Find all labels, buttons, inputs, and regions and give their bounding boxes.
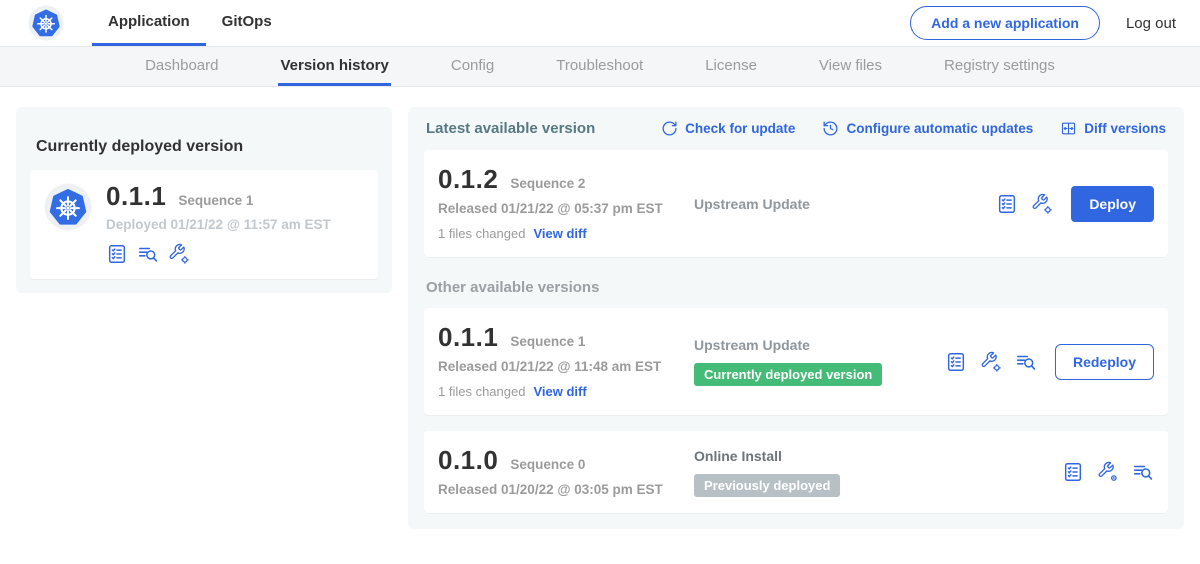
- subnav-version-history-label: Version history: [280, 57, 388, 74]
- preflight-checks-icon[interactable]: [1132, 461, 1154, 483]
- subnav-dashboard-label: Dashboard: [145, 57, 218, 74]
- version-row-info: 0.1.1 Sequence 1 Released 01/21/22 @ 11:…: [438, 324, 694, 399]
- deployed-sequence-label: Sequence 1: [178, 193, 253, 208]
- version-history-panel: Latest available version Check for updat…: [408, 107, 1184, 529]
- files-changed-label: 1 files changed: [438, 384, 525, 399]
- view-diff-link[interactable]: View diff: [533, 384, 586, 399]
- subnav-item-registry-settings[interactable]: Registry settings: [942, 47, 1057, 86]
- release-notes-icon[interactable]: [1062, 461, 1084, 483]
- subnav-item-version-history[interactable]: Version history: [278, 47, 390, 86]
- version-row-status: Online Install Previously deployed: [694, 448, 1062, 497]
- check-for-update-label: Check for update: [685, 121, 795, 136]
- log-out-link[interactable]: Log out: [1126, 15, 1176, 32]
- diff-icon: [1060, 120, 1077, 137]
- latest-version-header: Latest available version Check for updat…: [424, 120, 1168, 137]
- redeploy-button[interactable]: Redeploy: [1055, 344, 1154, 380]
- refresh-icon: [661, 120, 678, 137]
- subnav-view-files-label: View files: [819, 57, 882, 74]
- deployed-card-body: 0.1.1 Sequence 1 Deployed 01/21/22 @ 11:…: [106, 183, 331, 265]
- subnav-item-license[interactable]: License: [703, 47, 759, 86]
- version-source-label: Upstream Update: [694, 337, 810, 353]
- subnav-troubleshoot-label: Troubleshoot: [556, 57, 643, 74]
- release-notes-icon[interactable]: [996, 193, 1018, 215]
- preflight-checks-icon[interactable]: [1015, 351, 1037, 373]
- deployed-timestamp: Deployed 01/21/22 @ 11:57 am EST: [106, 217, 331, 232]
- release-notes-icon[interactable]: [945, 351, 967, 373]
- release-notes-icon[interactable]: [106, 243, 128, 265]
- version-row-0-1-2: 0.1.2 Sequence 2 Released 01/21/22 @ 05:…: [424, 150, 1168, 257]
- version-actions: Check for update Configure automatic upd…: [661, 120, 1166, 137]
- files-changed-line: 1 files changed View diff: [438, 384, 694, 399]
- check-for-update-link[interactable]: Check for update: [661, 120, 795, 137]
- auto-update-icon: [822, 120, 839, 137]
- config-icon[interactable]: [1031, 193, 1053, 215]
- top-nav-right: Add a new application Log out: [910, 0, 1176, 46]
- previously-deployed-badge: Previously deployed: [694, 474, 840, 497]
- version-row-info: 0.1.0 Sequence 0 Released 01/20/22 @ 03:…: [438, 447, 694, 497]
- version-row-0-1-1: 0.1.1 Sequence 1 Released 01/21/22 @ 11:…: [424, 308, 1168, 415]
- version-row-0-1-0: 0.1.0 Sequence 0 Released 01/20/22 @ 03:…: [424, 431, 1168, 513]
- main-content: Currently deployed version 0.1.1 Sequenc…: [0, 87, 1200, 549]
- version-row-status: Upstream Update Currently deployed versi…: [694, 337, 945, 386]
- config-icon[interactable]: [980, 351, 1002, 373]
- configure-automatic-updates-link[interactable]: Configure automatic updates: [822, 120, 1033, 137]
- sequence-label: Sequence 2: [510, 176, 585, 191]
- version-row-status: Upstream Update: [694, 196, 996, 212]
- files-changed-label: 1 files changed: [438, 226, 525, 241]
- version-source-label: Upstream Update: [694, 196, 810, 212]
- version-source-label: Online Install: [694, 448, 782, 464]
- configure-automatic-updates-label: Configure automatic updates: [846, 121, 1033, 136]
- app-tabs: Application GitOps: [92, 0, 288, 46]
- diff-versions-link[interactable]: Diff versions: [1060, 120, 1166, 137]
- tab-application[interactable]: Application: [92, 0, 206, 46]
- version-row-info: 0.1.2 Sequence 2 Released 01/21/22 @ 05:…: [438, 166, 694, 241]
- subnav-license-label: License: [705, 57, 757, 74]
- app-sub-nav: Dashboard Version history Config Trouble…: [0, 46, 1200, 87]
- diff-versions-label: Diff versions: [1084, 121, 1166, 136]
- deployed-card-actions: [106, 243, 331, 265]
- kubernetes-logo-icon: [28, 5, 64, 41]
- subnav-item-config[interactable]: Config: [449, 47, 496, 86]
- deploy-button[interactable]: Deploy: [1071, 186, 1154, 222]
- released-timestamp: Released 01/21/22 @ 11:48 am EST: [438, 359, 694, 374]
- tab-gitops[interactable]: GitOps: [206, 0, 288, 46]
- subnav-registry-settings-label: Registry settings: [944, 57, 1055, 74]
- kubernetes-app-icon: [44, 183, 92, 231]
- version-row-actions: Redeploy: [945, 344, 1154, 380]
- version-number: 0.1.2: [438, 166, 498, 192]
- top-nav: Application GitOps Add a new application…: [0, 0, 1200, 46]
- deployed-version-number: 0.1.1: [106, 183, 166, 209]
- currently-deployed-title: Currently deployed version: [30, 136, 378, 156]
- other-versions-title: Other available versions: [426, 279, 1166, 296]
- add-new-application-button[interactable]: Add a new application: [910, 6, 1100, 40]
- tab-application-label: Application: [108, 13, 190, 30]
- view-diff-link[interactable]: View diff: [533, 226, 586, 241]
- currently-deployed-panel: Currently deployed version 0.1.1 Sequenc…: [16, 107, 392, 293]
- preflight-checks-icon[interactable]: [137, 243, 159, 265]
- version-number: 0.1.0: [438, 447, 498, 473]
- subnav-item-dashboard[interactable]: Dashboard: [143, 47, 220, 86]
- tab-gitops-label: GitOps: [222, 13, 272, 30]
- currently-deployed-card: 0.1.1 Sequence 1 Deployed 01/21/22 @ 11:…: [30, 170, 378, 279]
- version-number: 0.1.1: [438, 324, 498, 350]
- released-timestamp: Released 01/20/22 @ 03:05 pm EST: [438, 482, 694, 497]
- version-row-actions: Deploy: [996, 186, 1154, 222]
- sequence-label: Sequence 1: [510, 334, 585, 349]
- currently-deployed-badge: Currently deployed version: [694, 363, 882, 386]
- subnav-item-view-files[interactable]: View files: [817, 47, 884, 86]
- latest-version-title: Latest available version: [426, 120, 595, 137]
- config-icon[interactable]: [168, 243, 190, 265]
- sequence-label: Sequence 0: [510, 457, 585, 472]
- deployed-version-line: 0.1.1 Sequence 1: [106, 183, 331, 209]
- config-view-icon[interactable]: [1097, 461, 1119, 483]
- subnav-item-troubleshoot[interactable]: Troubleshoot: [554, 47, 645, 86]
- released-timestamp: Released 01/21/22 @ 05:37 pm EST: [438, 201, 694, 216]
- subnav-config-label: Config: [451, 57, 494, 74]
- version-row-actions: [1062, 461, 1154, 483]
- files-changed-line: 1 files changed View diff: [438, 226, 694, 241]
